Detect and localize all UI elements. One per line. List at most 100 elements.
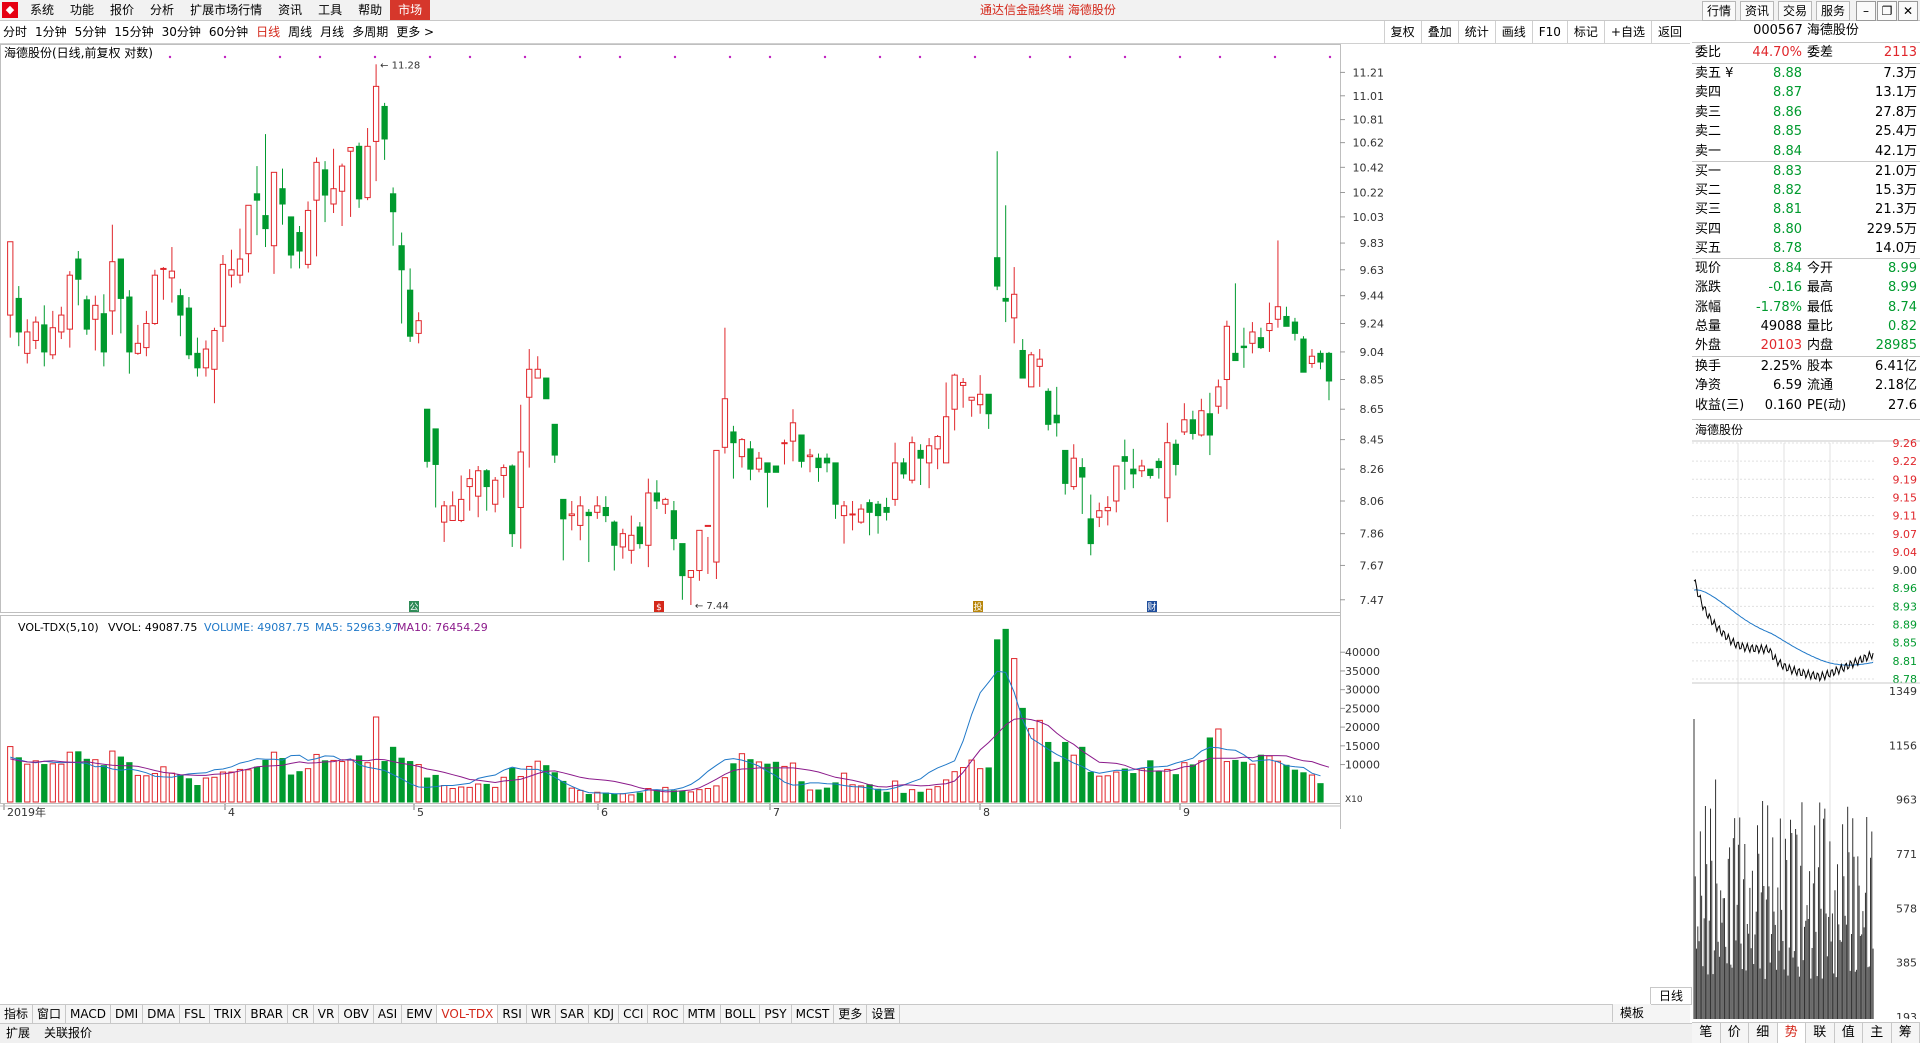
menu-item-ext-market[interactable]: 扩展市场行情	[182, 0, 270, 20]
indicator-tab-ASI[interactable]: ASI	[374, 1005, 402, 1023]
indicator-tab-BRAR[interactable]: BRAR	[246, 1005, 288, 1023]
template-tab[interactable]: 模板	[1612, 1004, 1651, 1022]
indicator-tab-EMV[interactable]: EMV	[402, 1005, 437, 1023]
indicator-tab-OBV[interactable]: OBV	[339, 1005, 374, 1023]
menu-item-system[interactable]: 系统	[22, 0, 62, 20]
close-icon[interactable]: ✕	[1898, 1, 1918, 21]
minimize-icon[interactable]: –	[1856, 1, 1876, 21]
indicator-tab-窗口[interactable]: 窗口	[33, 1005, 66, 1023]
period-tab-monthly[interactable]: 月线	[320, 21, 344, 43]
indicator-tab-RSI[interactable]: RSI	[498, 1005, 527, 1023]
tool-back-button[interactable]: 返回	[1651, 21, 1688, 43]
candle-body	[943, 417, 948, 463]
menu-item-market[interactable]: 市场	[390, 0, 430, 20]
fundamental-row[interactable]: 净资6.59流通2.18亿	[1692, 376, 1920, 395]
row-value: -1.78%	[1756, 298, 1802, 317]
period-tab-5min[interactable]: 5分钟	[75, 21, 107, 43]
stat-row[interactable]: 外盘20103内盘28985	[1692, 336, 1920, 355]
indicator-tab-SAR[interactable]: SAR	[556, 1005, 589, 1023]
period-tab-daily[interactable]: 日线	[256, 21, 280, 43]
volume-bar	[824, 788, 829, 802]
mini-tab-细[interactable]: 细	[1749, 1023, 1778, 1043]
indicator-tab-MACD[interactable]: MACD	[66, 1005, 111, 1023]
top-button-service[interactable]: 服务	[1816, 1, 1850, 21]
indicator-tab-MTM[interactable]: MTM	[684, 1005, 721, 1023]
fundamental-row[interactable]: 收益(三)0.160PE(动)27.6	[1692, 396, 1920, 415]
stat-row[interactable]: 涨幅-1.78%最低8.74	[1692, 298, 1920, 317]
tool-draw-button[interactable]: 画线	[1495, 21, 1532, 43]
price-axis: 11.2111.0110.8110.6210.4210.2210.039.839…	[1340, 66, 1384, 606]
tool-adjust-button[interactable]: 复权	[1384, 21, 1421, 43]
period-tab-15min[interactable]: 15分钟	[114, 21, 153, 43]
mini-tab-价[interactable]: 价	[1721, 1023, 1750, 1043]
candle-body	[680, 544, 685, 576]
status-related-quote-button[interactable]: 关联报价	[40, 1024, 96, 1043]
candle	[305, 201, 310, 268]
tool-stats-button[interactable]: 统计	[1458, 21, 1495, 43]
indicator-tab-设置[interactable]: 设置	[867, 1005, 900, 1023]
indicator-tab-TRIX[interactable]: TRIX	[210, 1005, 246, 1023]
mini-tab-主[interactable]: 主	[1863, 1023, 1892, 1043]
indicator-tab-KDJ[interactable]: KDJ	[589, 1005, 619, 1023]
tool-f10-button[interactable]: F10	[1532, 21, 1567, 43]
indicator-tab-WR[interactable]: WR	[527, 1005, 556, 1023]
mini-tab-值[interactable]: 值	[1835, 1023, 1864, 1043]
candle	[799, 435, 804, 468]
candle-body	[246, 205, 251, 253]
app-logo-icon[interactable]: ◆	[2, 2, 18, 18]
tool-overlay-button[interactable]: 叠加	[1421, 21, 1458, 43]
stat-row[interactable]: 总量49088量比0.82	[1692, 317, 1920, 336]
menu-item-help[interactable]: 帮助	[350, 0, 390, 20]
indicator-tab-DMI[interactable]: DMI	[111, 1005, 143, 1023]
status-expand-button[interactable]: 扩展	[2, 1024, 34, 1043]
daily-period-tab[interactable]: 日线	[1650, 987, 1692, 1005]
candle-body	[484, 471, 489, 487]
period-tab-30min[interactable]: 30分钟	[162, 21, 201, 43]
intraday-mini-chart[interactable]: 海德股份 9.269.229.199.159.119.079.049.008.9…	[1692, 421, 1920, 1019]
indicator-tab-CCI[interactable]: CCI	[619, 1005, 648, 1023]
kline-chart[interactable]: 海德股份(日线,前复权 对数) ← 11.28← 7.44 11.2111.01…	[0, 44, 1690, 1004]
period-tab-timeshare[interactable]: 分时	[3, 21, 27, 43]
candle-body	[773, 466, 778, 472]
mini-tab-联[interactable]: 联	[1806, 1023, 1835, 1043]
top-button-news[interactable]: 资讯	[1740, 1, 1774, 21]
fundamental-row[interactable]: 换手2.25%股本6.41亿	[1692, 357, 1920, 376]
volume-indicator-name[interactable]: VOL-TDX(5,10)	[18, 621, 99, 634]
tool-mark-button[interactable]: 标记	[1567, 21, 1604, 43]
indicator-tab-ROC[interactable]: ROC	[648, 1005, 683, 1023]
indicator-tab-VR[interactable]: VR	[314, 1005, 340, 1023]
mini-tab-筹[interactable]: 筹	[1892, 1023, 1920, 1043]
restore-icon[interactable]: ❐	[1877, 1, 1897, 21]
stat-row[interactable]: 涨跌-0.16最高8.99	[1692, 278, 1920, 297]
menu-item-analysis[interactable]: 分析	[142, 0, 182, 20]
menu-item-quote[interactable]: 报价	[102, 0, 142, 20]
top-button-quote[interactable]: 行情	[1702, 1, 1736, 21]
menu-item-news[interactable]: 资讯	[270, 0, 310, 20]
bid-volume: 21.3万	[1692, 200, 1920, 219]
period-tab-1min[interactable]: 1分钟	[35, 21, 67, 43]
mini-tab-笔[interactable]: 笔	[1692, 1023, 1721, 1043]
period-tab-multi[interactable]: 多周期	[352, 21, 388, 43]
chart-grid	[1, 44, 1341, 829]
period-tab-weekly[interactable]: 周线	[288, 21, 312, 43]
tool-add-watchlist-button[interactable]: +自选	[1604, 21, 1651, 43]
period-tab-more[interactable]: 更多 >	[396, 21, 434, 43]
menu-item-tools[interactable]: 工具	[310, 0, 350, 20]
stat-row[interactable]: 现价8.84今开8.99	[1692, 259, 1920, 278]
indicator-tab-VOL-TDX[interactable]: VOL-TDX	[437, 1005, 498, 1023]
indicator-tab-CR[interactable]: CR	[288, 1005, 314, 1023]
indicator-tab-DMA[interactable]: DMA	[143, 1005, 180, 1023]
indicator-tab-FSL[interactable]: FSL	[180, 1005, 210, 1023]
mini-tab-势[interactable]: 势	[1778, 1023, 1807, 1043]
indicator-tab-指标[interactable]: 指标	[0, 1005, 33, 1023]
volume-bar	[595, 792, 600, 802]
top-button-trade[interactable]: 交易	[1778, 1, 1812, 21]
mini-price-tick: 8.85	[1893, 637, 1918, 650]
period-tab-60min[interactable]: 60分钟	[209, 21, 248, 43]
weicha-label: 委差	[1807, 43, 1833, 62]
indicator-tab-PSY[interactable]: PSY	[760, 1005, 791, 1023]
menu-item-function[interactable]: 功能	[62, 0, 102, 20]
indicator-tab-MCST[interactable]: MCST	[792, 1005, 835, 1023]
indicator-tab-BOLL[interactable]: BOLL	[721, 1005, 761, 1023]
indicator-tab-更多[interactable]: 更多	[834, 1005, 867, 1023]
